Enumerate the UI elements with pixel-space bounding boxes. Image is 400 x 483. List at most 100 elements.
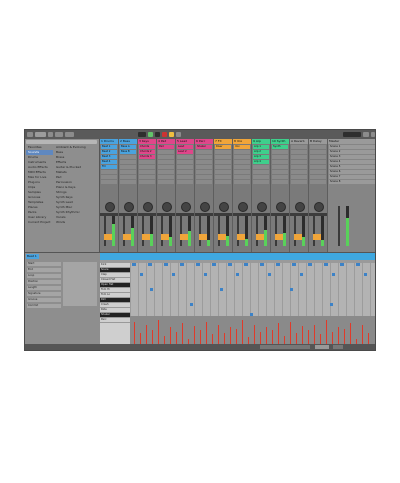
midi-note[interactable] — [164, 263, 168, 266]
empty-clip-slot[interactable] — [310, 165, 326, 169]
scene-launch-button[interactable]: Scene 4 — [329, 160, 375, 164]
empty-clip-slot[interactable] — [310, 170, 326, 174]
clip-property-field[interactable]: Signature — [27, 292, 61, 296]
empty-clip-slot[interactable] — [234, 155, 250, 159]
pan-knob[interactable] — [105, 202, 115, 212]
empty-clip-slot[interactable] — [139, 180, 155, 184]
midi-note[interactable] — [140, 273, 143, 276]
clip-property-field[interactable]: End — [27, 268, 61, 272]
empty-clip-slot[interactable] — [139, 175, 155, 179]
empty-clip-slot[interactable] — [234, 170, 250, 174]
empty-clip-slot[interactable] — [120, 160, 136, 164]
empty-clip-slot[interactable] — [158, 160, 174, 164]
empty-clip-slot[interactable] — [272, 175, 288, 179]
pan-knob[interactable] — [219, 202, 229, 212]
track-activator-button[interactable] — [218, 234, 226, 240]
midi-note[interactable] — [204, 273, 207, 276]
empty-clip-slot[interactable] — [272, 165, 288, 169]
empty-clip-slot[interactable] — [215, 180, 231, 184]
clip-slot[interactable]: Shaker — [196, 145, 212, 149]
empty-clip-slot[interactable] — [196, 180, 212, 184]
empty-clip-slot[interactable] — [272, 155, 288, 159]
midi-note[interactable] — [308, 263, 312, 266]
pan-knob[interactable] — [276, 202, 286, 212]
clip-slot[interactable]: Lead — [177, 145, 193, 149]
clip-slot[interactable]: Chords 2 — [139, 150, 155, 154]
clip-slot[interactable]: Bass B — [120, 150, 136, 154]
empty-clip-slot[interactable] — [101, 175, 117, 179]
browser-file-item[interactable]: Winds — [54, 220, 98, 225]
midi-note[interactable] — [340, 263, 344, 266]
track-header[interactable]: 3 Keys — [138, 139, 156, 144]
stop-button[interactable] — [155, 132, 160, 137]
clip-property-field[interactable]: Start — [27, 262, 61, 266]
velocity-bar[interactable] — [242, 320, 243, 347]
send-value[interactable] — [157, 213, 175, 216]
track-activator-button[interactable] — [256, 234, 264, 240]
arrangement-position[interactable] — [138, 132, 146, 137]
midi-note[interactable] — [132, 263, 136, 266]
midi-note[interactable] — [332, 273, 335, 276]
empty-clip-slot[interactable] — [158, 175, 174, 179]
midi-note[interactable] — [172, 273, 175, 276]
midi-note[interactable] — [300, 273, 303, 276]
empty-clip-slot[interactable] — [196, 170, 212, 174]
midi-note[interactable] — [330, 303, 333, 306]
volume-fader[interactable] — [161, 216, 163, 246]
velocity-bar[interactable] — [158, 320, 159, 347]
clip-name[interactable]: Beat 1 — [26, 254, 39, 259]
track-header[interactable]: 2 Bass — [119, 139, 137, 144]
track-activator-button[interactable] — [275, 234, 283, 240]
empty-clip-slot[interactable] — [177, 155, 193, 159]
empty-clip-slot[interactable] — [310, 150, 326, 154]
send-value[interactable] — [252, 213, 270, 216]
scene-launch-button[interactable]: Scene 2 — [329, 150, 375, 154]
track-activator-button[interactable] — [294, 234, 302, 240]
track-header[interactable]: 6 Perc — [195, 139, 213, 144]
clip-slot[interactable]: Arp 1 — [253, 145, 269, 149]
empty-clip-slot[interactable] — [196, 150, 212, 154]
send-value[interactable] — [290, 213, 308, 216]
volume-fader[interactable] — [104, 216, 106, 246]
track-header[interactable]: 7 FX — [214, 139, 232, 144]
empty-clip-slot[interactable] — [120, 155, 136, 159]
empty-clip-slot[interactable] — [120, 175, 136, 179]
midi-note[interactable] — [260, 263, 264, 266]
status-scrollbar[interactable] — [260, 345, 310, 349]
clip-slot[interactable]: Vox — [234, 145, 250, 149]
scene-launch-button[interactable]: Scene 8 — [329, 180, 375, 184]
empty-clip-slot[interactable] — [120, 170, 136, 174]
empty-clip-slot[interactable] — [139, 165, 155, 169]
clip-property-field[interactable]: Groove — [27, 298, 61, 302]
empty-clip-slot[interactable] — [291, 150, 307, 154]
clip-slot[interactable]: Riser — [215, 145, 231, 149]
track-header[interactable]: 4 Pad — [157, 139, 175, 144]
send-value[interactable] — [271, 213, 289, 216]
pan-knob[interactable] — [257, 202, 267, 212]
midi-note[interactable] — [148, 263, 152, 266]
clip-slot[interactable]: Bass A — [120, 145, 136, 149]
empty-clip-slot[interactable] — [177, 170, 193, 174]
midi-note[interactable] — [268, 273, 271, 276]
volume-fader[interactable] — [256, 216, 258, 246]
volume-fader[interactable] — [123, 216, 125, 246]
send-value[interactable] — [233, 213, 251, 216]
clip-slot[interactable]: Chords 3 — [139, 155, 155, 159]
empty-clip-slot[interactable] — [158, 170, 174, 174]
track-activator-button[interactable] — [313, 234, 321, 240]
track-activator-button[interactable] — [123, 234, 131, 240]
empty-clip-slot[interactable] — [253, 175, 269, 179]
time-signature[interactable] — [55, 132, 63, 137]
track-activator-button[interactable] — [104, 234, 112, 240]
empty-clip-slot[interactable] — [291, 145, 307, 149]
empty-clip-slot[interactable] — [158, 150, 174, 154]
pan-knob[interactable] — [295, 202, 305, 212]
clip-slot[interactable]: Lead 2 — [177, 150, 193, 154]
midi-note[interactable] — [292, 263, 296, 266]
send-value[interactable] — [176, 213, 194, 216]
volume-fader[interactable] — [275, 216, 277, 246]
tempo-field[interactable] — [35, 132, 46, 137]
empty-clip-slot[interactable] — [196, 160, 212, 164]
empty-clip-slot[interactable] — [253, 170, 269, 174]
clip-slot[interactable]: Fill — [101, 165, 117, 169]
